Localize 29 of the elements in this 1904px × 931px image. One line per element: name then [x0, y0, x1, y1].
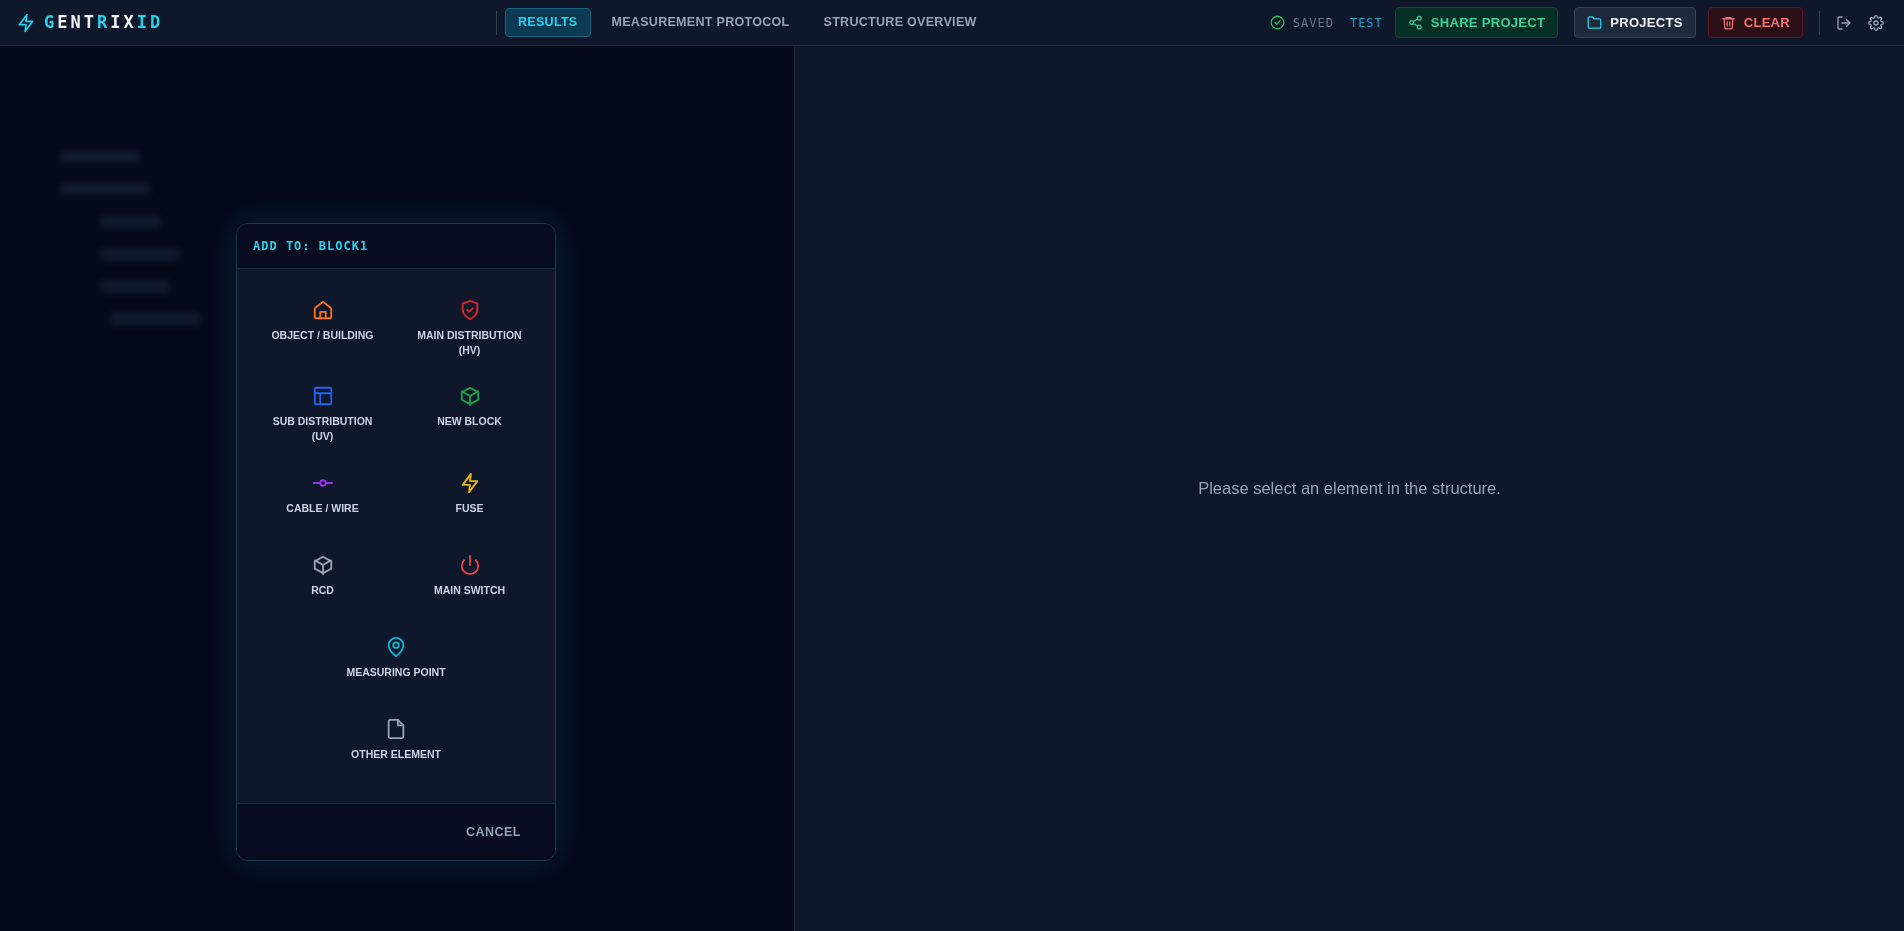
lightning-icon	[16, 12, 36, 33]
app-logo: G ENT R IX ID	[44, 10, 164, 34]
project-name: TEST	[1349, 14, 1383, 32]
projects-button[interactable]: PROJECTS	[1574, 6, 1696, 39]
logout-icon	[1836, 15, 1852, 32]
element-option[interactable]: NEW BLOCK	[396, 385, 543, 444]
clear-button[interactable]: CLEAR	[1707, 6, 1803, 39]
nav-tab[interactable]: MEASUREMENT PROTOCOL	[598, 8, 803, 37]
element-option[interactable]: RCD	[249, 553, 396, 608]
element-option[interactable]: OBJECT / BUILDING	[249, 299, 396, 358]
nav-tab[interactable]: RESULTS	[505, 8, 591, 37]
folder-icon	[1587, 15, 1603, 30]
check-circle-icon	[1269, 15, 1285, 30]
nav-tab[interactable]: STRUCTURE OVERVIEW	[810, 8, 990, 37]
empty-state-message: Please select an element in the structure.	[1198, 478, 1501, 500]
dialog-title: ADD TO: BLOCK1	[237, 224, 555, 269]
share-icon	[1407, 15, 1423, 30]
element-option[interactable]: FUSE	[396, 471, 543, 526]
element-option[interactable]: MAIN SWITCH	[396, 553, 543, 608]
element-option[interactable]: MAIN DISTRIBUTION (HV)	[396, 299, 543, 358]
cancel-button[interactable]: CANCEL	[459, 821, 527, 843]
saved-status: SAVED	[1292, 14, 1334, 32]
element-option[interactable]: SUB DISTRIBUTION (UV)	[249, 385, 396, 444]
settings-icon	[1868, 15, 1884, 32]
share-project-button[interactable]: SHARE PROJECT	[1394, 6, 1559, 39]
element-option[interactable]: OTHER ELEMENT	[343, 717, 449, 772]
element-option[interactable]: MEASURING POINT	[338, 635, 454, 690]
trash-icon	[1720, 15, 1736, 30]
element-option[interactable]: CABLE / WIRE	[249, 471, 396, 526]
